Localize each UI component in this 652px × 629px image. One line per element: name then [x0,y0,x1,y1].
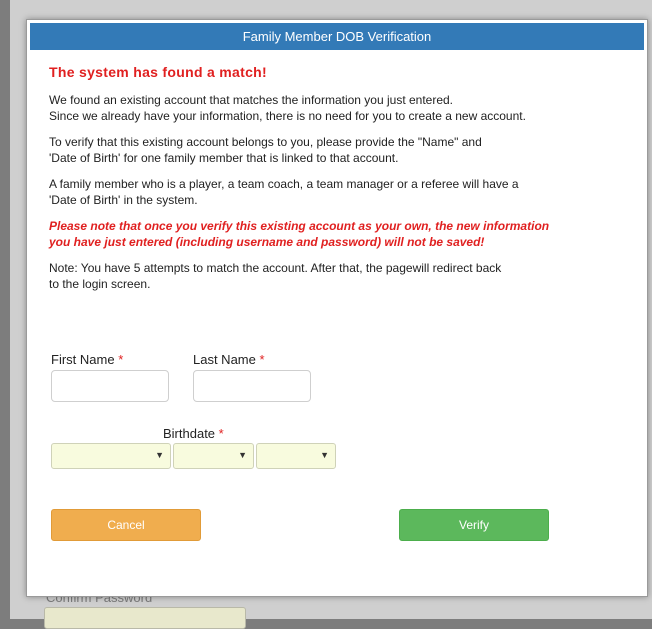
modal-title: Family Member DOB Verification [242,29,432,44]
last-name-label: Last Name * [193,352,265,367]
last-name-label-text: Last Name [193,352,256,367]
chevron-down-icon: ▼ [238,450,247,460]
note-line-1: Note: You have 5 attempts to match the a… [49,261,502,275]
verify-instructions: To verify that this existing account bel… [49,134,629,166]
last-name-required-mark: * [259,352,265,367]
attempts-note: Note: You have 5 attempts to match the a… [49,260,629,292]
verify-button-label: Verify [458,518,489,532]
first-name-label-text: First Name [51,352,115,367]
first-name-required-mark: * [118,352,124,367]
confirm-password-input [44,607,246,629]
birth-year-select[interactable]: ▼ [256,443,336,469]
intro-paragraph: We found an existing account that matche… [49,92,629,124]
instructions-line-1: To verify that this existing account bel… [49,135,482,149]
birthdate-required-mark: * [218,426,224,441]
birthdate-label: Birthdate * [163,426,224,441]
first-name-label: First Name * [51,352,123,367]
cancel-button[interactable]: Cancel [51,509,201,541]
birth-month-select[interactable]: ▼ [51,443,171,469]
intro-line-2: Since we already have your information, … [49,109,526,123]
intro-line-1: We found an existing account that matche… [49,93,454,107]
instructions-line-2: 'Date of Birth' for one family member th… [49,151,399,165]
modal-header: Family Member DOB Verification [30,23,644,50]
warning-line-1: Please note that once you verify this ex… [49,219,550,233]
birthdate-label-text: Birthdate [163,426,216,441]
family-member-info: A family member who is a player, a team … [49,176,629,208]
match-found-title: The system has found a match! [49,64,267,80]
note-line-2: to the login screen. [49,277,151,291]
first-name-input[interactable] [51,370,169,402]
cancel-button-label: Cancel [107,518,145,532]
birth-day-select[interactable]: ▼ [173,443,254,469]
verify-button[interactable]: Verify [399,509,549,541]
chevron-down-icon: ▼ [155,450,164,460]
chevron-down-icon: ▼ [320,450,329,460]
family-info-line-1: A family member who is a player, a team … [49,177,519,191]
modal-body: The system has found a match! We found a… [49,64,629,302]
dob-verification-modal: Family Member DOB Verification The syste… [26,19,648,597]
family-info-line-2: 'Date of Birth' in the system. [49,193,198,207]
warning-line-2: you have just entered (including usernam… [49,235,485,249]
warning-message: Please note that once you verify this ex… [49,218,629,250]
last-name-input[interactable] [193,370,311,402]
